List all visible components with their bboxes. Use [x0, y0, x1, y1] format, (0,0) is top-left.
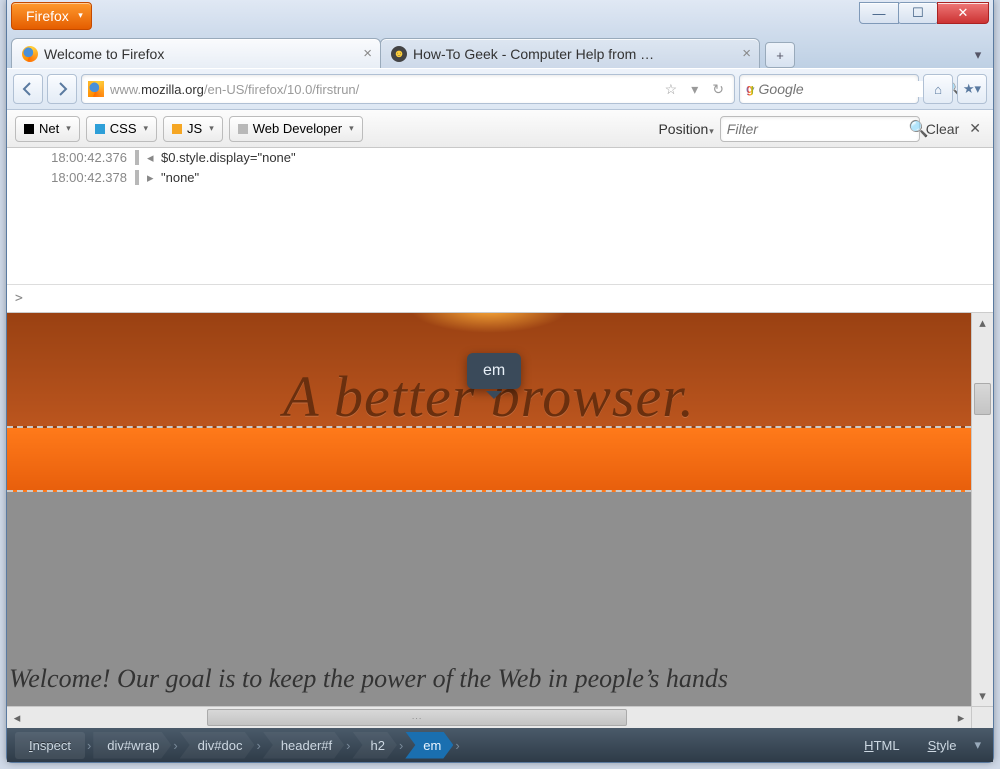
- url-text: www.mozilla.org/en-US/firefox/10.0/first…: [110, 81, 655, 97]
- timestamp: 18:00:42.378: [11, 170, 139, 185]
- page-body-band: Welcome! Our goal is to keep the power o…: [7, 492, 971, 706]
- inspector-bottom-bar: Inspect › div#wrap › div#doc › header#f …: [7, 728, 993, 762]
- firefox-logo-glow: [409, 313, 569, 333]
- firefox-icon: [22, 46, 38, 62]
- close-window-button[interactable]: ✕: [937, 2, 989, 24]
- site-identity-icon[interactable]: [88, 81, 104, 97]
- style-panel-button[interactable]: Style: [914, 732, 971, 759]
- timestamp: 18:00:42.376: [11, 150, 139, 165]
- tab-list-dropdown[interactable]: ▾: [967, 42, 989, 68]
- maximize-button[interactable]: ☐: [898, 2, 938, 24]
- scroll-corner: [971, 706, 993, 728]
- tab-strip: Welcome to Firefox × ☻ How-To Geek - Com…: [7, 32, 993, 68]
- html-panel-button[interactable]: HTML: [850, 732, 913, 759]
- tab-welcome[interactable]: Welcome to Firefox ×: [11, 38, 381, 68]
- vertical-scrollbar[interactable]: ▴ ▾: [971, 313, 993, 706]
- horizontal-scrollbar[interactable]: ◂ ∙∙∙ ▸: [7, 706, 971, 728]
- back-button[interactable]: [13, 74, 43, 104]
- minimize-button[interactable]: —: [859, 2, 899, 24]
- breadcrumb-item[interactable]: header#f: [263, 732, 344, 759]
- titlebar[interactable]: Firefox — ☐ ✕: [7, 0, 993, 32]
- history-dropdown-icon[interactable]: ▾: [687, 81, 702, 98]
- tab-title: How-To Geek - Computer Help from …: [413, 46, 654, 62]
- bookmark-star-icon[interactable]: ☆: [661, 81, 682, 98]
- filter-input[interactable]: [727, 121, 909, 137]
- tab-howtogeek[interactable]: ☻ How-To Geek - Computer Help from … ×: [380, 38, 760, 68]
- square-icon: [24, 124, 34, 134]
- scroll-up-icon[interactable]: ▴: [972, 313, 993, 333]
- new-tab-button[interactable]: +: [765, 42, 795, 68]
- js-button[interactable]: JS: [163, 116, 223, 142]
- input-arrow-icon: ◂: [147, 150, 161, 166]
- breadcrumb-item[interactable]: div#doc: [180, 732, 255, 759]
- close-tab-icon[interactable]: ×: [742, 46, 751, 61]
- search-input[interactable]: [759, 81, 941, 97]
- url-bar[interactable]: www.mozilla.org/en-US/firefox/10.0/first…: [81, 74, 735, 104]
- filter-box[interactable]: 🔍: [720, 116, 920, 142]
- console-code: $0.style.display="none": [161, 150, 296, 165]
- breadcrumb-item-active[interactable]: em: [405, 732, 453, 759]
- scroll-thumb[interactable]: [974, 383, 991, 415]
- console-output: 18:00:42.376 ◂ $0.style.display="none" 1…: [7, 148, 993, 313]
- square-icon: [172, 124, 182, 134]
- inspector-dropdown-icon[interactable]: ▾: [970, 737, 985, 753]
- close-tab-icon[interactable]: ×: [363, 46, 372, 61]
- home-button[interactable]: ⌂: [923, 74, 953, 104]
- breadcrumb-item[interactable]: div#wrap: [93, 732, 171, 759]
- scroll-thumb[interactable]: ∙∙∙: [207, 709, 627, 726]
- web-developer-button[interactable]: Web Developer: [229, 116, 363, 142]
- scroll-right-icon[interactable]: ▸: [951, 707, 971, 728]
- navigation-toolbar: www.mozilla.org/en-US/firefox/10.0/first…: [7, 68, 993, 110]
- search-bar[interactable]: ▾ 🔍: [739, 74, 919, 104]
- console-prompt[interactable]: >: [7, 284, 993, 312]
- breadcrumb-item[interactable]: h2: [352, 732, 396, 759]
- dev-toolbar: Net CSS JS Web Developer Position 🔍 Clea…: [7, 110, 993, 148]
- welcome-text: Welcome! Our goal is to keep the power o…: [7, 664, 971, 694]
- clear-button[interactable]: Clear: [926, 121, 959, 137]
- output-arrow-icon: ▸: [147, 170, 161, 186]
- scroll-left-icon[interactable]: ◂: [7, 707, 27, 728]
- forward-button[interactable]: [47, 74, 77, 104]
- css-button[interactable]: CSS: [86, 116, 157, 142]
- square-icon: [95, 124, 105, 134]
- console-line: 18:00:42.376 ◂ $0.style.display="none": [7, 148, 993, 168]
- devtools-close-icon[interactable]: ✕: [965, 120, 985, 137]
- inspect-button[interactable]: Inspect: [15, 732, 85, 759]
- window-controls: — ☐ ✕: [860, 2, 989, 24]
- inspector-tooltip: em: [467, 353, 521, 389]
- htg-icon: ☻: [391, 46, 407, 62]
- firefox-menu-button[interactable]: Firefox: [11, 2, 92, 30]
- position-dropdown[interactable]: Position: [658, 121, 713, 137]
- reload-icon[interactable]: ↻: [708, 81, 728, 98]
- page-content-viewport: A better browser. Welcome! Our goal is t…: [7, 313, 993, 728]
- bookmarks-menu-button[interactable]: ★▾: [957, 74, 987, 104]
- scroll-down-icon[interactable]: ▾: [972, 686, 993, 706]
- firefox-window: Firefox — ☐ ✕ Welcome to Firefox × ☻ How…: [6, 0, 994, 763]
- highlight-band: [7, 428, 971, 492]
- square-icon: [238, 124, 248, 134]
- tab-title: Welcome to Firefox: [44, 46, 164, 62]
- console-code: "none": [161, 170, 199, 185]
- net-button[interactable]: Net: [15, 116, 80, 142]
- console-line: 18:00:42.378 ▸ "none": [7, 168, 993, 188]
- page-content[interactable]: A better browser. Welcome! Our goal is t…: [7, 313, 971, 706]
